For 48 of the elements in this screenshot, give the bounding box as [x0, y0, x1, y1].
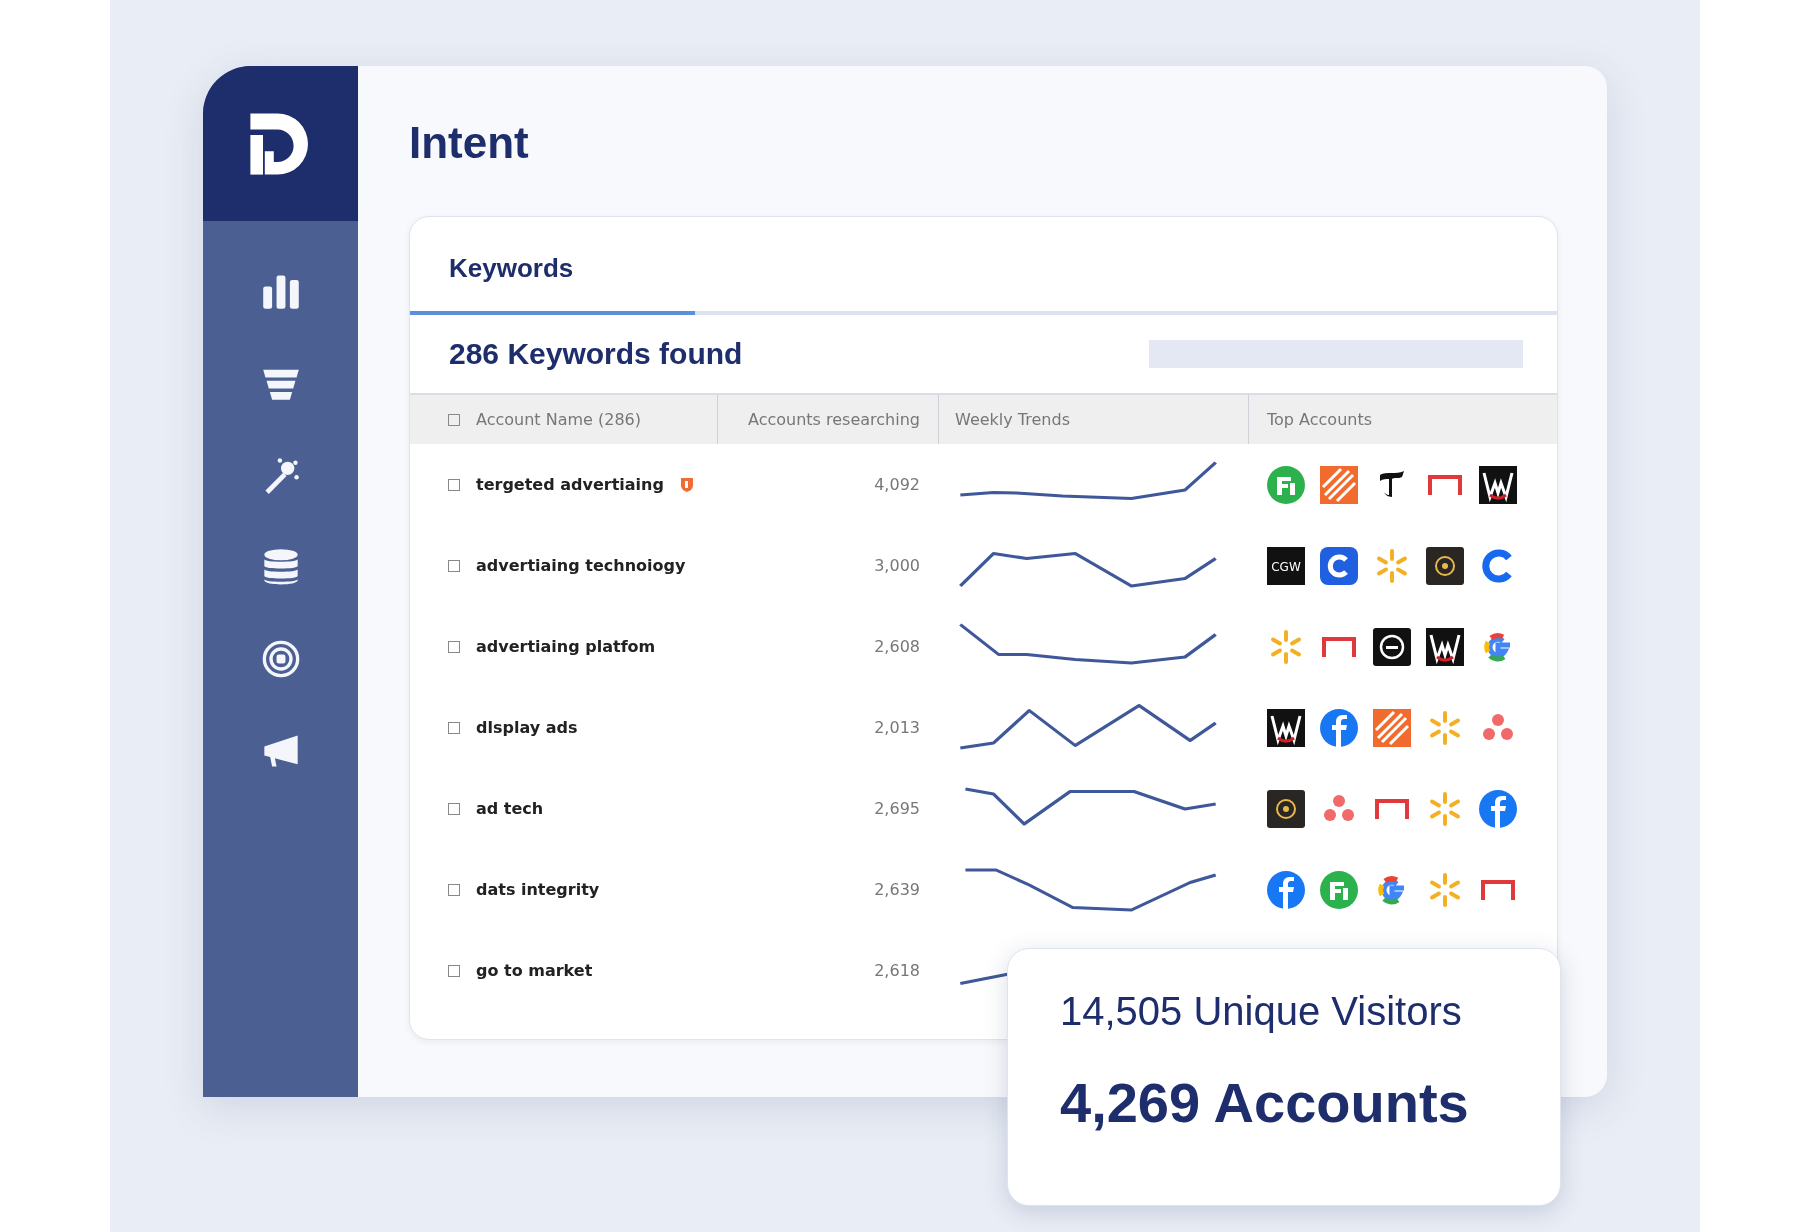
researching-count: 4,092: [874, 475, 920, 494]
results-heading: 286 Keywords found: [449, 337, 743, 371]
column-header[interactable]: Account Name (286): [476, 410, 641, 429]
keyword-text[interactable]: dlsplay ads: [476, 718, 578, 737]
logo-icon: [1425, 545, 1465, 586]
researching-count: 2,639: [874, 880, 920, 899]
researching-count: 2,013: [874, 718, 920, 737]
logo-icon: [1478, 788, 1518, 829]
logo-icon: [1372, 626, 1412, 667]
keyword-text[interactable]: advertiaing technoiogy: [476, 556, 686, 575]
logo-icon: [1319, 869, 1359, 910]
logo-icon: [1266, 464, 1306, 505]
logo-icon: [1372, 707, 1412, 748]
keyword-text[interactable]: go to market: [476, 961, 593, 980]
logo-icon: [1266, 788, 1306, 829]
researching-count: 2,608: [874, 637, 920, 656]
logo-icon: [1319, 545, 1359, 586]
keyword-text[interactable]: advertiaing platfom: [476, 637, 656, 656]
logo-icon: [1266, 707, 1306, 748]
checkbox[interactable]: [448, 883, 460, 896]
keyword-text[interactable]: dats integrity: [476, 880, 600, 899]
keyword-text[interactable]: ad tech: [476, 799, 544, 818]
logo-icon: [1478, 464, 1518, 505]
checkbox[interactable]: [448, 559, 460, 572]
column-header[interactable]: Top Accounts: [1267, 410, 1373, 429]
researching-count: 2,618: [874, 961, 920, 980]
page-title: Intent: [409, 117, 530, 169]
logo-icon: [1266, 869, 1306, 910]
checkbox[interactable]: [448, 721, 460, 734]
logo-icon: [1319, 707, 1359, 748]
keywords-tab[interactable]: Keywords: [410, 221, 695, 315]
checkbox[interactable]: [448, 413, 460, 426]
researching-count: 2,695: [874, 799, 920, 818]
checkbox[interactable]: [448, 964, 460, 977]
visitors-stat: 14,505 Unique Visitors: [1060, 989, 1463, 1034]
column-header[interactable]: Accounts researching: [748, 410, 920, 429]
logo-icon: [1319, 464, 1359, 505]
column-header[interactable]: Weekly Trends: [955, 410, 1070, 429]
keyword-text[interactable]: tergeted advertiaing: [476, 475, 664, 494]
checkbox[interactable]: [448, 802, 460, 815]
checkbox[interactable]: [448, 478, 460, 491]
logo-icon: [1425, 626, 1465, 667]
accounts-stat: 4,269 Accounts: [1060, 1070, 1470, 1135]
target-icon[interactable]: [260, 639, 301, 679]
search-field[interactable]: [1149, 340, 1523, 368]
researching-count: 3,000: [874, 556, 920, 575]
checkbox[interactable]: [448, 640, 460, 653]
logo-icon: CGW: [1266, 545, 1306, 586]
